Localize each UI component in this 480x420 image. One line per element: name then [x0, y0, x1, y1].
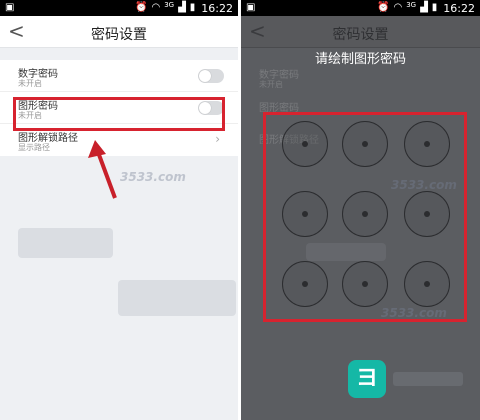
pattern-dot[interactable] — [282, 191, 328, 237]
page-title: 密码设置 — [91, 27, 147, 43]
pattern-prompt: 请绘制图形密码 — [314, 52, 406, 67]
setting-status: 显示路径 — [18, 143, 50, 152]
status-bar: ▣ ⏰ ◠ 3G ▟ ▮ 16:22 — [0, 0, 238, 16]
pattern-dot[interactable] — [342, 121, 388, 167]
pattern-dot[interactable] — [404, 121, 450, 167]
image-icon: ▣ — [5, 2, 15, 13]
app-logo: ヨ — [348, 360, 386, 398]
header: < 密码设置 — [0, 16, 238, 48]
blurred-region — [18, 228, 113, 258]
status-bar: ▣ ⏰ ◠ 3G ▟ ▮ 16:22 — [241, 0, 480, 16]
alarm-icon: ⏰ — [135, 2, 148, 13]
digital-password-toggle[interactable] — [198, 69, 224, 83]
battery-icon: ▮ — [189, 2, 196, 13]
pattern-dot[interactable] — [282, 261, 328, 307]
clock: 16:22 — [201, 1, 233, 15]
battery-icon: ▮ — [431, 2, 438, 13]
pattern-screen: ▣ ⏰ ◠ 3G ▟ ▮ 16:22 < 密码设置 数字密码 未开启 图形密码 … — [241, 0, 480, 420]
chevron-right-icon: › — [215, 132, 220, 146]
clock: 16:22 — [443, 1, 475, 15]
alarm-icon: ⏰ — [377, 2, 390, 13]
wifi-icon: ◠ — [151, 2, 161, 13]
pattern-dot[interactable] — [404, 261, 450, 307]
setting-status: 未开启 — [18, 79, 42, 88]
watermark: 3533.com — [120, 170, 186, 184]
image-icon: ▣ — [246, 2, 256, 13]
signal-icon: ▟ — [420, 2, 428, 13]
watermark: 3533.com — [391, 178, 457, 192]
settings-screen: ▣ ⏰ ◠ 3G ▟ ▮ 16:22 < 密码设置 数字密码 未开启 图形密码 — [0, 0, 238, 420]
blurred-region — [306, 243, 386, 261]
pattern-dot[interactable] — [342, 191, 388, 237]
wifi-icon: ◠ — [393, 2, 403, 13]
highlight-box — [13, 97, 225, 131]
header: < 密码设置 — [241, 16, 480, 48]
pattern-grid[interactable] — [263, 112, 467, 322]
page-title: 密码设置 — [332, 27, 389, 43]
pattern-dot[interactable] — [282, 121, 328, 167]
ghost-text: 未开启 — [259, 80, 283, 89]
signal-icon: ▟ — [178, 2, 186, 13]
blurred-region — [393, 372, 463, 386]
blurred-region — [118, 280, 236, 316]
pattern-dot[interactable] — [342, 261, 388, 307]
watermark: 3533.com — [381, 306, 447, 320]
toggle-knob — [199, 70, 211, 82]
network-type: 3G — [164, 0, 175, 9]
network-type: 3G — [406, 0, 417, 9]
pattern-dot[interactable] — [404, 191, 450, 237]
setting-row-digital-password[interactable]: 数字密码 未开启 — [0, 60, 238, 92]
